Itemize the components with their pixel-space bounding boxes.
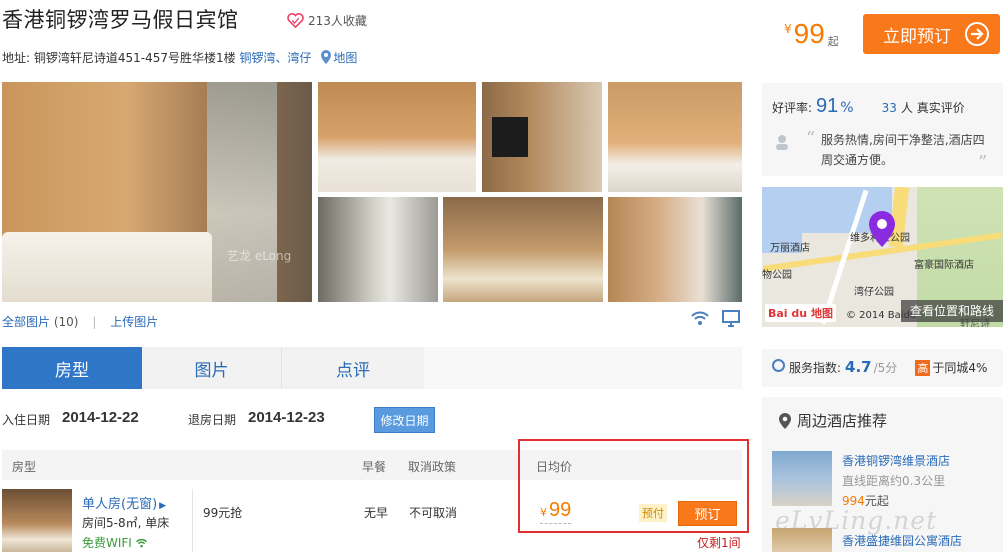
book-room-button[interactable]: 预订 bbox=[678, 501, 737, 526]
arrow-right-icon bbox=[965, 22, 989, 46]
nearby-title-text: 周边酒店推荐 bbox=[797, 412, 888, 430]
service-label: 服务指数: bbox=[789, 361, 842, 375]
wifi-icon bbox=[135, 538, 147, 547]
hotel-address: 地址: 铜锣湾轩尼诗道451-457号胜华楼1楼 铜锣湾、湾仔 地图 bbox=[2, 49, 357, 66]
rating-unit: % bbox=[840, 100, 854, 116]
tabs-filler bbox=[424, 347, 742, 389]
tab-room-types[interactable]: 房型 bbox=[2, 347, 142, 389]
room-name[interactable]: 单人房(无窗) ▶ bbox=[82, 493, 166, 512]
book-now-label: 立即预订 bbox=[883, 26, 951, 47]
col-cancel: 取消政策 bbox=[408, 460, 457, 474]
map-link[interactable]: 地图 bbox=[333, 51, 357, 65]
location-map[interactable]: 万丽酒店 维多利亚公园 富豪国际酒店 湾仔公园 物公园 轩尼诗 Bai du 地… bbox=[762, 187, 1003, 327]
nearby-hotel-distance: 直线距离约0.3公里 bbox=[842, 474, 946, 488]
rating-value: 91 bbox=[816, 95, 839, 117]
book-now-button[interactable]: 立即预订 bbox=[863, 14, 1000, 54]
quote-open-icon: “ bbox=[806, 128, 816, 149]
wifi-icon bbox=[691, 311, 709, 325]
computer-icon bbox=[722, 310, 740, 327]
room-details: 房间5-8㎡, 单床 bbox=[82, 516, 170, 530]
photo-thumb[interactable] bbox=[318, 82, 476, 192]
checkin-label: 入住日期 bbox=[2, 413, 51, 427]
service-index: 服务指数: 4.7 /5分 高 于同城4% bbox=[772, 358, 987, 376]
prepay-badge: 预付 bbox=[639, 504, 667, 522]
checkout-label: 退房日期 bbox=[188, 413, 237, 427]
service-compare: 于同城4% bbox=[932, 361, 988, 375]
room-photo[interactable] bbox=[2, 489, 72, 552]
area-separator: 、 bbox=[275, 51, 288, 65]
map-label: 物公园 bbox=[762, 270, 792, 281]
review-count[interactable]: 33 bbox=[882, 101, 897, 115]
map-pin-icon bbox=[321, 50, 332, 64]
user-avatar-icon bbox=[776, 135, 788, 150]
caret-right-icon: ▶ bbox=[159, 501, 167, 511]
col-room: 房型 bbox=[12, 460, 37, 474]
header-price-value: 99 bbox=[793, 18, 825, 49]
quote-close-icon: ” bbox=[978, 152, 988, 173]
photo-count: (10) bbox=[53, 315, 79, 329]
heart-icon bbox=[287, 13, 304, 28]
map-label: 富豪国际酒店 bbox=[914, 260, 974, 271]
room-price-currency: ¥ bbox=[540, 506, 547, 519]
hotel-location-pin-icon bbox=[869, 211, 895, 247]
modify-dates-button[interactable]: 修改日期 bbox=[374, 407, 435, 433]
checkout-date[interactable]: 2014-12-23 bbox=[248, 409, 325, 426]
photo-links: 全部图片 (10) | 上传图片 bbox=[2, 315, 159, 329]
baidu-logo: Bai du 地图 bbox=[765, 304, 836, 322]
photo-thumb[interactable] bbox=[482, 82, 602, 192]
room-price: ¥ 99 bbox=[540, 499, 572, 524]
header-price: ¥ 99 起 bbox=[784, 18, 839, 50]
header-price-currency: ¥ bbox=[784, 22, 792, 36]
address-text: 铜锣湾轩尼诗道451-457号胜华楼1楼 bbox=[33, 51, 236, 65]
hotel-name: 香港铜锣湾罗马假日宾馆 bbox=[2, 8, 239, 32]
photo-watermark: 艺龙 eLong bbox=[227, 249, 292, 263]
nearby-hotel-name[interactable]: 香港铜锣湾维景酒店 bbox=[842, 452, 950, 469]
favorite-button[interactable]: 213人收藏 bbox=[287, 12, 367, 29]
free-wifi: 免费WIFI bbox=[82, 534, 148, 551]
col-breakfast: 早餐 bbox=[362, 460, 387, 474]
photo-thumb[interactable] bbox=[318, 197, 438, 302]
address-label: 地址: bbox=[2, 51, 31, 65]
service-value: 4.7 bbox=[845, 358, 872, 376]
site-watermark: eLvLing.net bbox=[775, 506, 938, 535]
upload-photos-link[interactable]: 上传图片 bbox=[110, 315, 158, 329]
rating-label: 好评率: bbox=[772, 101, 813, 115]
photo-thumb[interactable] bbox=[443, 197, 603, 302]
review-quote: 服务热情,房间干净整洁,酒店四周交通方便。 bbox=[821, 133, 985, 167]
nearby-title: 周边酒店推荐 bbox=[779, 410, 887, 431]
all-photos-link[interactable]: 全部图片 (10) bbox=[2, 315, 78, 329]
main-photo[interactable]: 艺龙 eLong bbox=[2, 82, 312, 302]
review-count-label[interactable]: 人 真实评价 bbox=[901, 99, 965, 116]
map-label: 湾仔公园 bbox=[854, 287, 894, 298]
service-out-of: /5分 bbox=[873, 361, 898, 375]
service-icon bbox=[772, 359, 785, 372]
location-icon bbox=[779, 412, 791, 429]
high-badge: 高 bbox=[915, 360, 931, 376]
tab-photos[interactable]: 图片 bbox=[142, 347, 282, 389]
room-cancel-policy: 不可取消 bbox=[409, 506, 458, 520]
area-link-wan-chai[interactable]: 湾仔 bbox=[288, 51, 312, 65]
room-price-value: 99 bbox=[549, 499, 572, 521]
divider bbox=[192, 489, 193, 552]
favorites-count: 213人收藏 bbox=[308, 14, 367, 28]
rooms-remaining: 仅剩1间 bbox=[697, 536, 741, 550]
nearby-hotel-photo[interactable] bbox=[772, 451, 832, 506]
photo-thumb[interactable] bbox=[608, 82, 742, 192]
photo-thumb[interactable] bbox=[608, 197, 742, 302]
checkin-date[interactable]: 2014-12-22 bbox=[62, 409, 139, 426]
view-route-button[interactable]: 查看位置和路线 bbox=[900, 300, 1003, 322]
area-link-causeway-bay[interactable]: 铜锣湾 bbox=[239, 51, 275, 65]
header-price-suffix: 起 bbox=[827, 35, 839, 48]
rating-line: 好评率: 91 % 33 人 真实评价 bbox=[772, 95, 965, 118]
room-promo: 99元抢 bbox=[203, 506, 243, 520]
tab-reviews[interactable]: 点评 bbox=[282, 347, 424, 389]
map-label: 万丽酒店 bbox=[770, 243, 810, 254]
room-breakfast: 无早 bbox=[364, 506, 389, 520]
